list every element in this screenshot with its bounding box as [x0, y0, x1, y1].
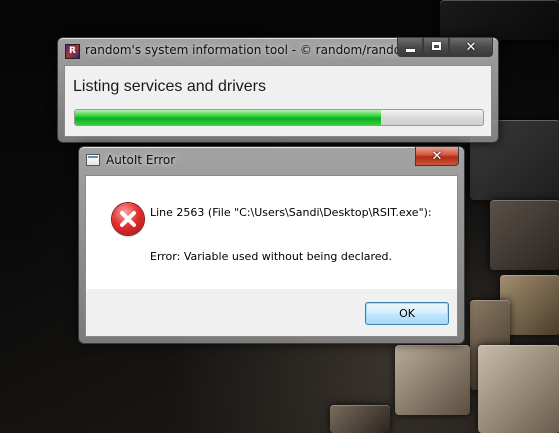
cube-decoration	[478, 345, 559, 433]
rsit-titlebar[interactable]: R random's system information tool - © r…	[58, 38, 498, 64]
dialog-message-panel: Line 2563 (File "C:\Users\Sandi\Desktop\…	[86, 176, 457, 289]
window-app-icon	[86, 154, 100, 166]
progress-bar	[74, 109, 484, 126]
rsit-app-icon: R	[65, 44, 80, 59]
dialog-titlebar[interactable]: AutoIt Error ✕	[79, 147, 464, 173]
cube-decoration	[490, 200, 559, 270]
close-icon: ✕	[431, 149, 443, 164]
dialog-title: AutoIt Error	[106, 153, 176, 167]
rsit-caption-buttons: ✕	[397, 38, 493, 57]
dialog-close-button[interactable]: ✕	[415, 147, 459, 166]
maximize-icon	[432, 42, 441, 50]
error-location-text: Line 2563 (File "C:\Users\Sandi\Desktop\…	[150, 206, 432, 219]
rsit-client-area: Listing services and drivers	[64, 65, 492, 137]
close-icon: ✕	[465, 40, 477, 55]
minimize-button[interactable]	[397, 38, 423, 57]
rsit-window: R random's system information tool - © r…	[57, 37, 499, 143]
maximize-button[interactable]	[423, 38, 449, 57]
dialog-caption-buttons: ✕	[415, 147, 459, 166]
close-button[interactable]: ✕	[449, 38, 493, 57]
error-icon	[112, 203, 144, 235]
cube-decoration	[395, 345, 470, 415]
cube-decoration	[330, 405, 390, 433]
autoit-error-dialog: AutoIt Error ✕ Line 2563 (File "C:\Users…	[78, 146, 465, 344]
minimize-icon	[406, 49, 415, 52]
dialog-client-area: Line 2563 (File "C:\Users\Sandi\Desktop\…	[85, 175, 458, 337]
progress-fill	[75, 110, 381, 125]
rsit-window-title: random's system information tool - © ran…	[85, 43, 413, 57]
error-message-text: Error: Variable used without being decla…	[150, 250, 393, 263]
ok-button[interactable]: OK	[365, 302, 449, 325]
status-text: Listing services and drivers	[73, 78, 266, 95]
cube-decoration	[440, 0, 559, 40]
